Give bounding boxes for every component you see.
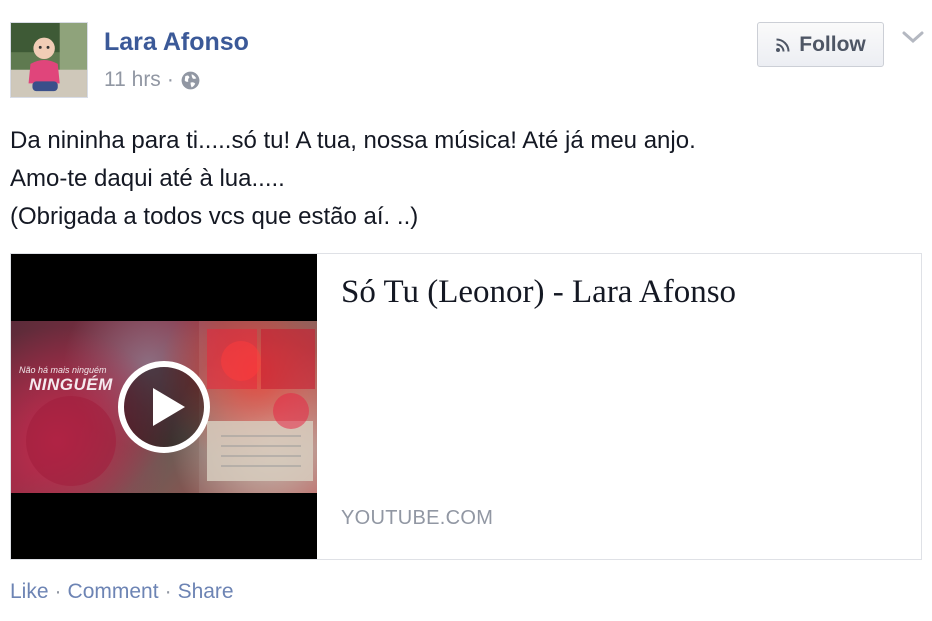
avatar-photo (11, 23, 87, 97)
message-line: (Obrigada a todos vcs que estão aí. ..) (10, 203, 419, 230)
thumbnail-caption-small: Não há mais ninguém (19, 365, 107, 375)
avatar[interactable] (10, 22, 88, 98)
comment-link[interactable]: Comment (68, 580, 159, 604)
post-meta: 11 hrs · (104, 68, 201, 92)
chevron-down-icon[interactable] (900, 28, 926, 46)
author-name[interactable]: Lara Afonso (104, 28, 249, 57)
follow-label: Follow (799, 32, 866, 56)
message-line: Amo-te daqui até à lua..... (10, 165, 285, 192)
play-icon[interactable] (117, 360, 211, 454)
post-timestamp[interactable]: 11 hrs (104, 68, 161, 92)
message-line: Da nininha para ti.....só tu! A tua, nos… (10, 127, 696, 154)
action-separator: · (164, 580, 172, 603)
link-source: YOUTUBE.COM (341, 507, 494, 529)
meta-separator: · (166, 68, 174, 91)
action-separator: · (54, 580, 62, 603)
post-actions: Like · Comment · Share (10, 580, 234, 604)
like-link[interactable]: Like (10, 580, 49, 604)
globe-icon[interactable] (180, 70, 201, 91)
post-message: Da nininha para ti.....só tu! A tua, nos… (10, 122, 910, 236)
follow-button[interactable]: Follow (757, 22, 884, 67)
video-thumbnail[interactable]: Não há mais ninguém NINGUÉM (11, 254, 317, 559)
rss-icon (775, 37, 791, 53)
link-attachment[interactable]: Não há mais ninguém NINGUÉM Só Tu (Leono… (10, 253, 922, 560)
link-title[interactable]: Só Tu (Leonor) - Lara Afonso (341, 274, 736, 311)
feed-post: Lara Afonso 11 hrs · Follow Da nininha p… (0, 0, 932, 621)
share-link[interactable]: Share (178, 580, 234, 604)
thumbnail-caption: NINGUÉM (29, 375, 113, 394)
